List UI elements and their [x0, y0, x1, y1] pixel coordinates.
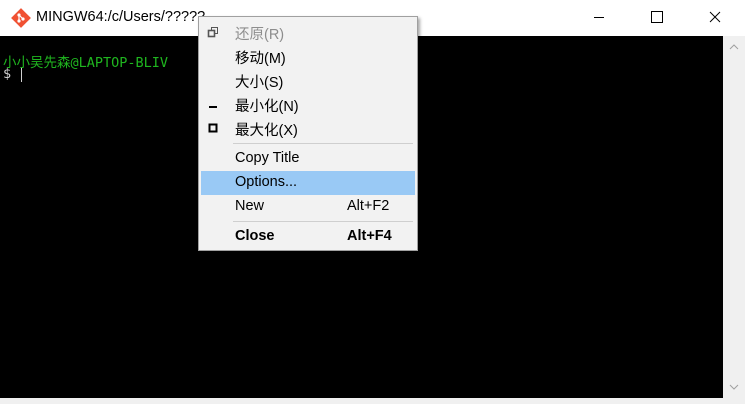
vertical-scrollbar[interactable] — [723, 36, 745, 398]
window-bottom-border — [0, 398, 745, 404]
menu-item-label: 移动(M) — [235, 51, 286, 67]
menu-item-close[interactable]: Close Alt+F4 — [201, 225, 415, 249]
menu-item-label: Close — [235, 228, 275, 244]
close-icon — [709, 11, 721, 23]
menu-item-label: 最小化(N) — [235, 99, 299, 115]
git-icon[interactable] — [11, 8, 31, 28]
maximize-button[interactable] — [633, 0, 679, 34]
minimize-button[interactable] — [576, 0, 622, 34]
menu-item-label: 最大化(X) — [235, 123, 298, 139]
close-button[interactable] — [691, 0, 737, 34]
scroll-up-arrow-icon[interactable] — [729, 44, 739, 50]
text-cursor — [21, 68, 22, 82]
menu-item-shortcut: Alt+F2 — [347, 198, 390, 214]
restore-icon — [207, 27, 218, 38]
scroll-down-arrow-icon[interactable] — [729, 384, 739, 390]
menu-item-move[interactable]: 移动(M) — [201, 44, 415, 68]
menu-item-label: New — [235, 198, 265, 214]
menu-item-label: 大小(S) — [235, 75, 284, 91]
menu-item-label: 还原(R) — [235, 27, 285, 43]
menu-item-size[interactable]: 大小(S) — [201, 68, 415, 92]
prompt-symbol: $ — [3, 66, 12, 82]
maximize-icon — [208, 123, 218, 133]
window-title: MINGW64:/c/Users/????? — [36, 9, 206, 25]
menu-item-new[interactable]: New Alt+F2 — [201, 195, 415, 219]
maximize-icon — [651, 11, 663, 23]
menu-item-options[interactable]: Options... — [201, 171, 415, 195]
menu-item-shortcut: Alt+F4 — [347, 228, 392, 244]
menu-item-restore[interactable]: 还原(R) — [201, 20, 415, 44]
menu-item-label: Options... — [235, 174, 298, 190]
menu-item-maximize[interactable]: 最大化(X) — [201, 116, 415, 140]
menu-separator — [233, 221, 413, 222]
prompt-user-host: 小小吴先森@LAPTOP-BLIV — [3, 55, 169, 71]
minimize-icon — [594, 17, 604, 18]
mintty-window: MINGW64:/c/Users/????? 小小吴先森@LAPTOP-BLIV… — [0, 0, 745, 404]
menu-item-minimize[interactable]: 最小化(N) — [201, 92, 415, 116]
system-context-menu: 还原(R) 移动(M) 大小(S) 最小化(N) 最大化(X) Copy Tit… — [198, 16, 418, 251]
menu-separator — [233, 143, 413, 144]
menu-item-copy-title[interactable]: Copy Title — [201, 147, 415, 171]
minimize-icon — [209, 106, 217, 108]
menu-item-label: Copy Title — [235, 150, 300, 166]
